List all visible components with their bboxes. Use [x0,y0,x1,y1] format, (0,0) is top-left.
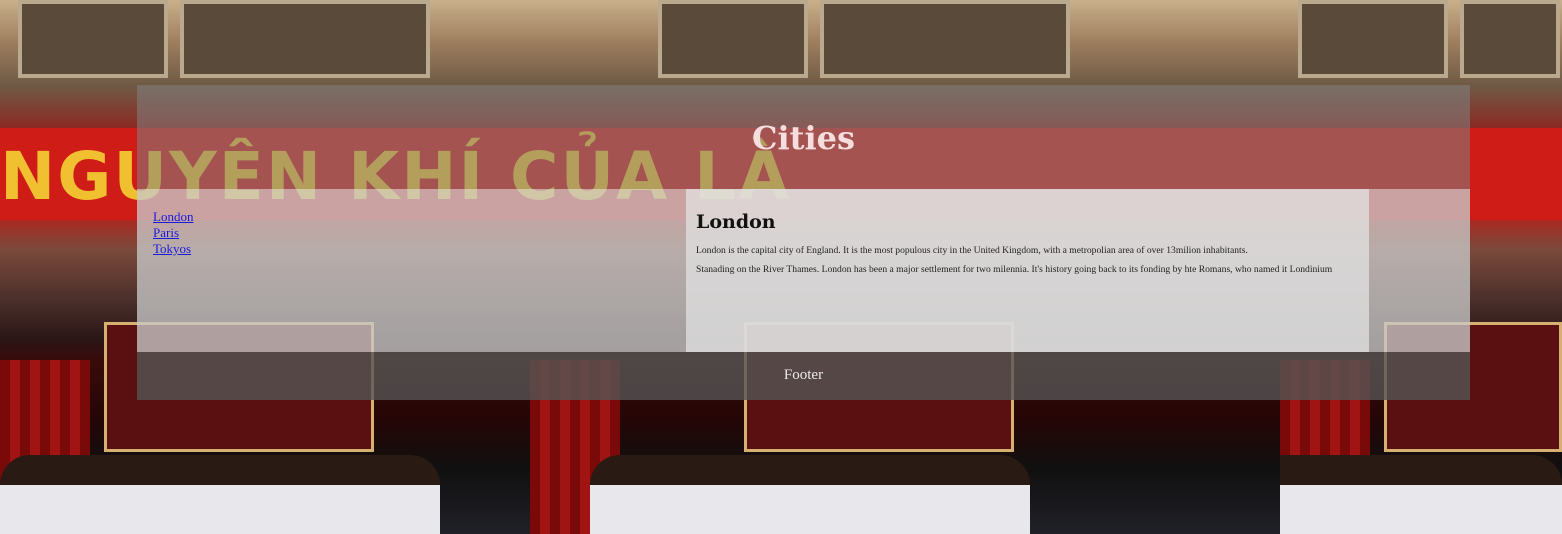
nav-item-london: London [153,209,193,225]
background-people [590,455,1030,534]
background-window [180,0,430,78]
page-footer: Footer [137,352,1470,400]
article-title: London [696,211,776,233]
background-window [1460,0,1560,78]
nav-item-tokyos: Tokyos [153,241,193,257]
nav-item-paris: Paris [153,225,193,241]
main-content: London Paris Tokyos London London is the… [137,189,1470,352]
background-people [1280,455,1562,534]
article-paragraph: London is the capital city of England. I… [696,245,1248,256]
article: London London is the capital city of Eng… [686,189,1369,352]
background-window [658,0,808,78]
nav-link-tokyos[interactable]: Tokyos [153,241,191,256]
background-window [18,0,168,78]
background-window [820,0,1070,78]
article-paragraph: Stanading on the River Thames. London ha… [696,264,1333,275]
nav-list: London Paris Tokyos [153,209,193,257]
nav-link-paris[interactable]: Paris [153,225,179,240]
page-header: Cities [137,85,1470,189]
nav-link-london[interactable]: London [153,209,193,224]
sidebar-nav: London Paris Tokyos [153,209,193,257]
page-title: Cities [752,119,855,157]
background-window [1298,0,1448,78]
footer-text: Footer [783,367,824,383]
background-people [0,455,440,534]
